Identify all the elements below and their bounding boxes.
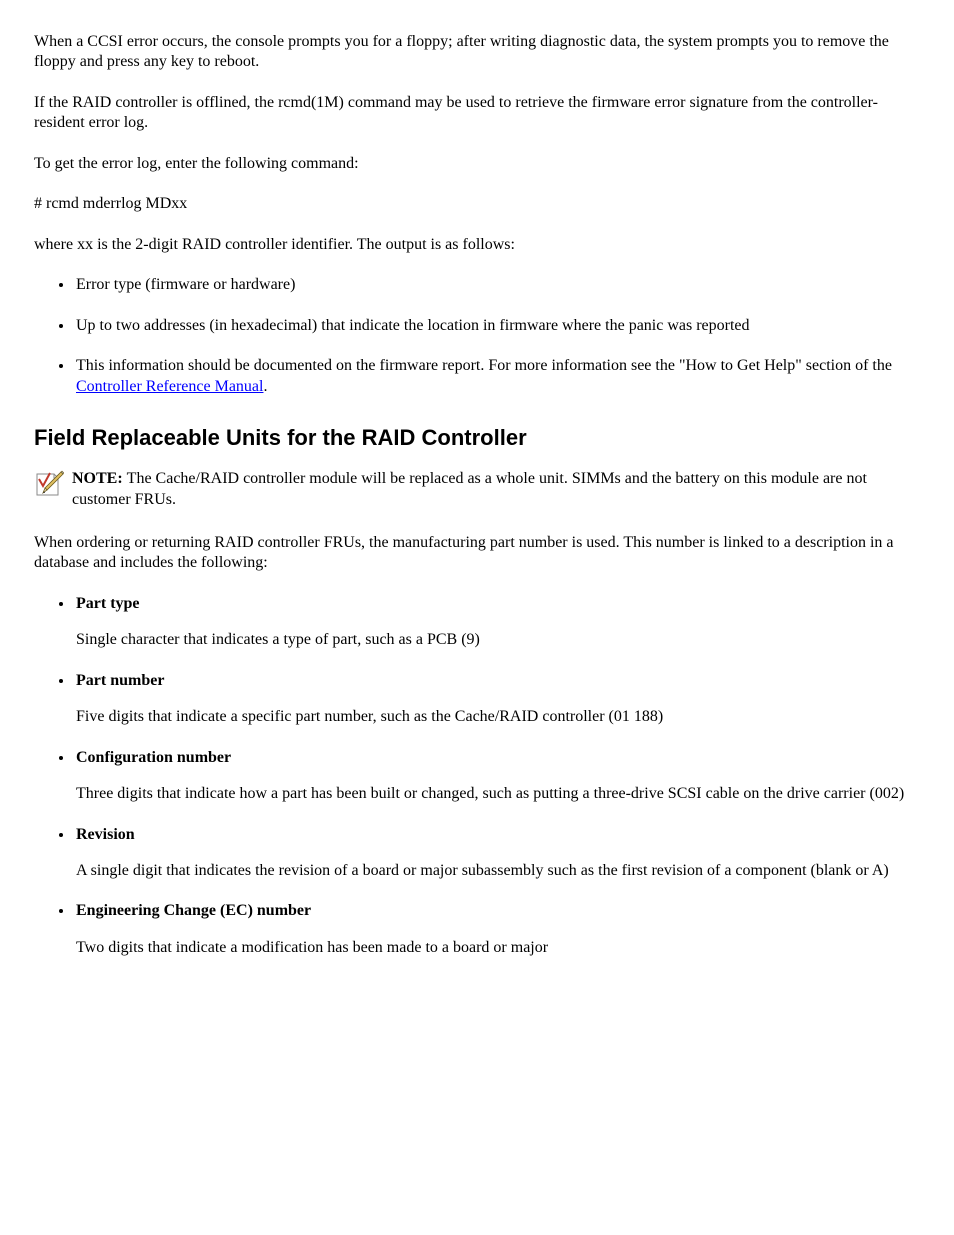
field-desc: Single character that indicates a type o… (76, 630, 920, 650)
list-item-text: This information should be documented on… (76, 357, 892, 374)
intro-paragraph-4: where xx is the 2-digit RAID controller … (34, 235, 920, 255)
note-text: NOTE: The Cache/RAID controller module w… (72, 469, 920, 511)
list-item: Part type Single character that indicate… (74, 594, 920, 651)
document-page: When a CCSI error occurs, the console pr… (0, 0, 954, 1028)
note-body: The Cache/RAID controller module will be… (72, 470, 867, 508)
rcmd-name: rcmd(1M) (278, 94, 344, 111)
field-name-ec-number: Engineering Change (EC) number (76, 901, 920, 921)
field-desc: Five digits that indicate a specific par… (76, 707, 920, 727)
field-name-part-number: Part number (76, 671, 920, 691)
intro-paragraph-3: To get the error log, enter the followin… (34, 154, 920, 174)
field-name-part-type: Part type (76, 594, 920, 614)
list-item: Revision A single digit that indicates t… (74, 825, 920, 882)
note-icon (34, 469, 64, 499)
note-label: NOTE: (72, 470, 127, 487)
field-desc: A single digit that indicates the revisi… (76, 861, 920, 881)
list-item: Configuration number Three digits that i… (74, 748, 920, 805)
intro-paragraph-2a: If the RAID controller is offlined, the (34, 94, 278, 111)
note-block: NOTE: The Cache/RAID controller module w… (34, 469, 920, 511)
list-item: This information should be documented on… (74, 356, 920, 397)
period: . (263, 378, 267, 395)
section-heading-fru: Field Replaceable Units for the RAID Con… (34, 425, 920, 451)
intro-paragraph-1: When a CCSI error occurs, the console pr… (34, 32, 920, 73)
field-name-configuration-number: Configuration number (76, 748, 920, 768)
field-desc: Three digits that indicate how a part ha… (76, 784, 920, 804)
list-item: Error type (firmware or hardware) (74, 275, 920, 295)
error-output-list: Error type (firmware or hardware) Up to … (34, 275, 920, 397)
controller-reference-manual-link[interactable]: Controller Reference Manual (76, 378, 263, 395)
field-desc: Two digits that indicate a modification … (76, 938, 920, 958)
list-item: Engineering Change (EC) number Two digit… (74, 901, 920, 958)
rcmd-command: # rcmd mderrlog MDxx (34, 194, 920, 214)
list-item: Part number Five digits that indicate a … (74, 671, 920, 728)
intro-paragraph-2: If the RAID controller is offlined, the … (34, 93, 920, 134)
field-name-revision: Revision (76, 825, 920, 845)
fields-intro: When ordering or returning RAID controll… (34, 533, 920, 574)
list-item: Up to two addresses (in hexadecimal) tha… (74, 316, 920, 336)
fru-fields-list: Part type Single character that indicate… (34, 594, 920, 959)
